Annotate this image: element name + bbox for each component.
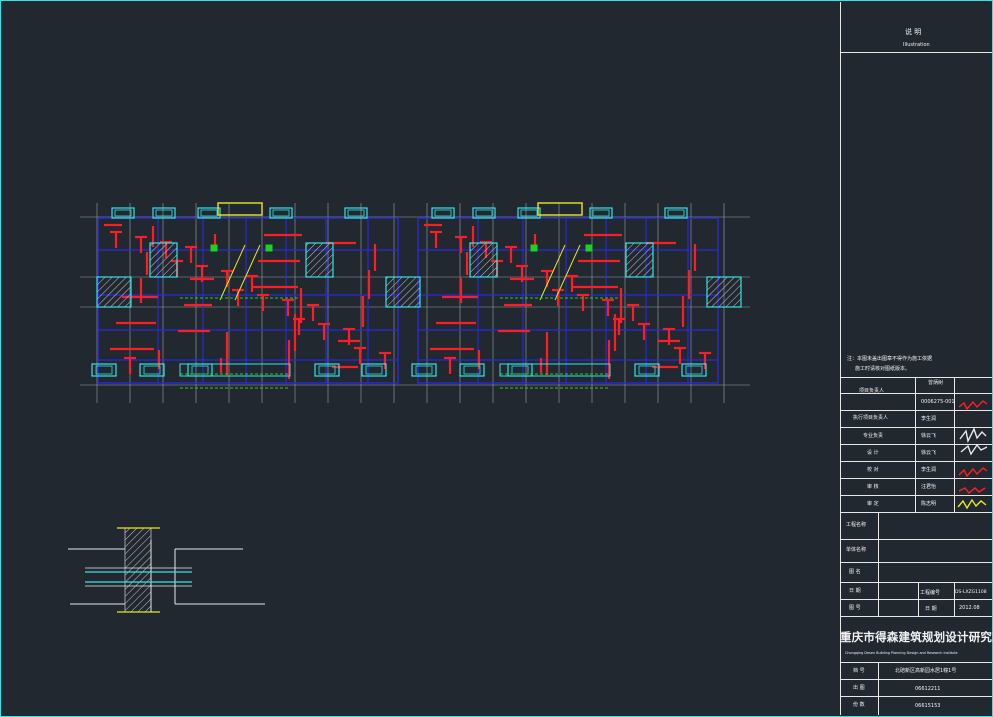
window-frame [272,209,290,217]
window-frame [114,209,132,217]
project-name-label: 工程名称 [846,522,867,528]
row-label-7: 审 定 [867,501,879,507]
window-frame [347,209,365,217]
drawing-no-label: 图 号 [849,605,861,611]
row-label-0: 项目负责人 [859,388,885,394]
row-name-5: 李生润 [921,467,937,473]
window-frame [200,209,218,217]
row-label-2: 执行项目负责人 [853,415,889,421]
window-frame [155,209,173,217]
hatched-column-icon [385,276,421,308]
hatched-column-icon [149,242,178,278]
hatched-column-icon [96,276,132,308]
row-label-6: 审 核 [867,484,879,490]
window-frame [511,365,529,375]
unit-name-label: 单体名称 [846,547,867,553]
window-frame [667,209,685,217]
project-no-label: 工程编号 [920,590,941,596]
stair-outline [217,202,263,216]
row-name-3: 徐云飞 [921,433,937,439]
bottom-label-1: 出 图 [853,685,865,691]
window-frame [191,365,209,375]
column-marker [530,244,538,252]
row-name-7: 陈志明 [921,501,937,507]
heading: 说 明 [905,28,922,36]
stair-outline [537,202,583,216]
bottom-value-1: 06612211 [915,686,941,692]
bottom-value-2: 06615153 [915,703,941,709]
bottom-label-0: 档 号 [853,668,865,674]
project-no-value: DS-LXZG1108 [955,590,987,595]
column-marker [210,244,218,252]
signature-icon [957,400,988,510]
window-frame [434,209,452,217]
hatched-column-icon [469,242,498,278]
row-label-5: 校 对 [867,467,879,473]
note-line-2: 施工时请核对图纸版本。 [855,366,911,372]
bottom-label-2: 份 数 [853,702,865,708]
heading-en: Illustration [903,42,930,48]
institute-name-en: Chongqing Desen Building Planning Design… [845,651,958,655]
hatched-column-icon [625,242,654,278]
window-frame [520,209,538,217]
date-short-label: 日 期 [925,606,937,612]
row-label-4: 设 计 [867,450,879,456]
note-line-1: 注：本图未盖出图章不得作为施工依据 [847,356,933,362]
column-marker [265,244,273,252]
institute-name: 重庆市得森建筑规划设计研究院 [840,630,993,644]
date-value: 2012.08 [959,605,980,611]
row-name-4: 徐云飞 [921,450,937,456]
window-frame [592,209,610,217]
row-name-0: 曾炳树 [928,380,944,386]
row-name-1: 0006275-001 [921,399,955,405]
hatched-column-icon [706,276,742,308]
date-label: 日 期 [849,588,861,594]
row-name-6: 汪君怡 [921,484,937,490]
wall-section-icon [124,527,152,613]
drawing-name-label: 图 名 [849,569,861,575]
title-block: 说 明 Illustration 注：本图未盖出图章不得作为施工依据 施工时请核… [840,2,993,715]
row-name-2: 李生润 [921,416,937,422]
hatched-column-icon [305,242,334,278]
bottom-value-0: 北碚新区高新园水居1幢1号 [895,668,957,674]
window-frame [475,209,493,217]
row-label-3: 专业负责 [863,433,884,439]
column-marker [585,244,593,252]
